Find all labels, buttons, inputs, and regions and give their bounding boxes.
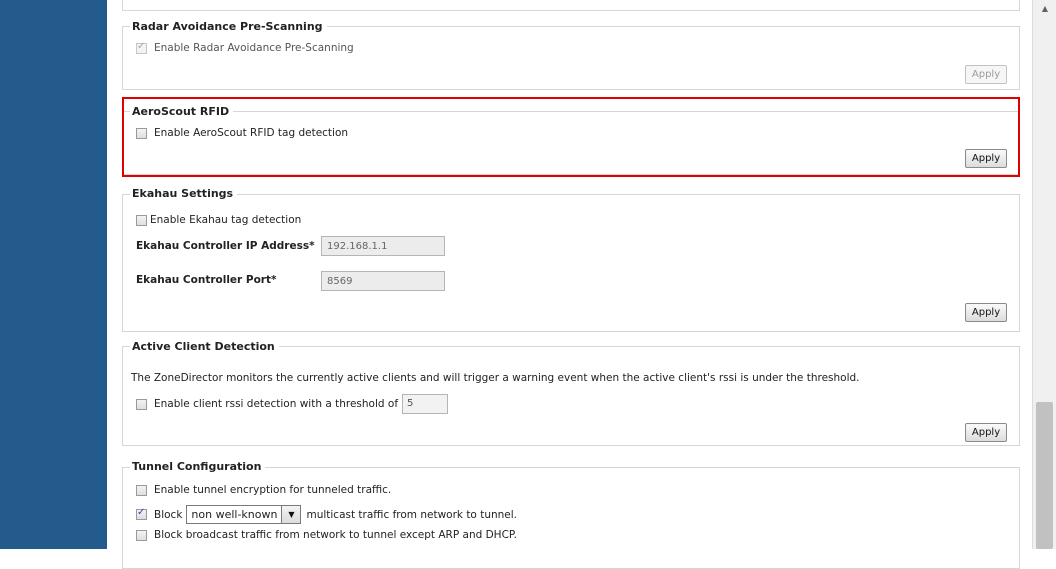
active-client-checkbox-label: Enable client rssi detection with a thre… <box>154 398 399 410</box>
radar-legend: Radar Avoidance Pre-Scanning <box>130 20 327 33</box>
active-client-apply-button[interactable]: Apply <box>965 423 1007 442</box>
tunnel-broadcast-checkbox[interactable] <box>136 529 147 541</box>
tunnel-broadcast-label: Block broadcast traffic from network to … <box>154 529 517 541</box>
left-sidebar <box>0 0 107 549</box>
ekahau-ip-input[interactable] <box>321 236 445 256</box>
tunnel-legend: Tunnel Configuration <box>130 460 266 473</box>
ekahau-port-label: Ekahau Controller Port* <box>136 274 277 286</box>
aeroscout-checkbox-row[interactable]: Enable AeroScout RFID tag detection <box>136 127 348 139</box>
radar-fieldset <box>122 26 1020 90</box>
tunnel-block-suffix: multicast traffic from network to tunnel… <box>306 508 517 521</box>
tunnel-encryption-checkbox[interactable] <box>136 484 147 496</box>
scrollbar-thumb[interactable] <box>1036 402 1053 549</box>
radar-checkbox-row[interactable]: Enable Radar Avoidance Pre-Scanning <box>136 41 354 54</box>
ekahau-checkbox[interactable] <box>136 214 147 226</box>
aeroscout-checkbox[interactable] <box>136 127 147 139</box>
ekahau-legend: Ekahau Settings <box>130 187 238 200</box>
tunnel-encryption-row[interactable]: Enable tunnel encryption for tunneled tr… <box>136 484 391 496</box>
chevron-down-icon[interactable]: ▼ <box>281 506 301 523</box>
aeroscout-apply-button[interactable]: Apply <box>965 149 1007 168</box>
vertical-scrollbar[interactable]: ▲ <box>1032 0 1056 549</box>
ekahau-apply-button[interactable]: Apply <box>965 303 1007 322</box>
tunnel-block-checkbox[interactable] <box>136 507 147 520</box>
aeroscout-checkbox-label: Enable AeroScout RFID tag detection <box>154 127 349 139</box>
ekahau-port-input[interactable] <box>321 271 445 291</box>
multicast-type-value: non well-known <box>191 508 278 521</box>
rssi-threshold-input[interactable]: 5 <box>402 394 449 414</box>
tunnel-broadcast-row[interactable]: Block broadcast traffic from network to … <box>136 529 517 541</box>
active-client-checkbox[interactable] <box>136 398 147 410</box>
tunnel-block-label: Block <box>154 508 183 521</box>
ekahau-checkbox-row[interactable]: Enable Ekahau tag detection <box>136 214 301 226</box>
tunnel-block-row[interactable]: Block non well-known ▼ multicast traffic… <box>136 505 517 524</box>
multicast-type-select[interactable]: non well-known ▼ <box>186 505 302 524</box>
active-client-description: The ZoneDirector monitors the currently … <box>131 372 860 384</box>
tunnel-encryption-label: Enable tunnel encryption for tunneled tr… <box>154 484 392 496</box>
radar-checkbox[interactable] <box>136 41 147 54</box>
main-content: Radar Avoidance Pre-Scanning Enable Rada… <box>107 0 1032 569</box>
ekahau-checkbox-label: Enable Ekahau tag detection <box>150 214 302 226</box>
radar-apply-button[interactable]: Apply <box>965 65 1007 84</box>
scroll-up-icon[interactable]: ▲ <box>1033 2 1056 16</box>
previous-section-fieldset <box>122 0 1020 11</box>
radar-checkbox-label: Enable Radar Avoidance Pre-Scanning <box>154 42 354 54</box>
active-client-legend: Active Client Detection <box>130 340 279 353</box>
aeroscout-legend: AeroScout RFID <box>130 105 234 118</box>
active-client-checkbox-row[interactable]: Enable client rssi detection with a thre… <box>136 394 449 414</box>
ekahau-ip-label: Ekahau Controller IP Address* <box>136 240 315 252</box>
